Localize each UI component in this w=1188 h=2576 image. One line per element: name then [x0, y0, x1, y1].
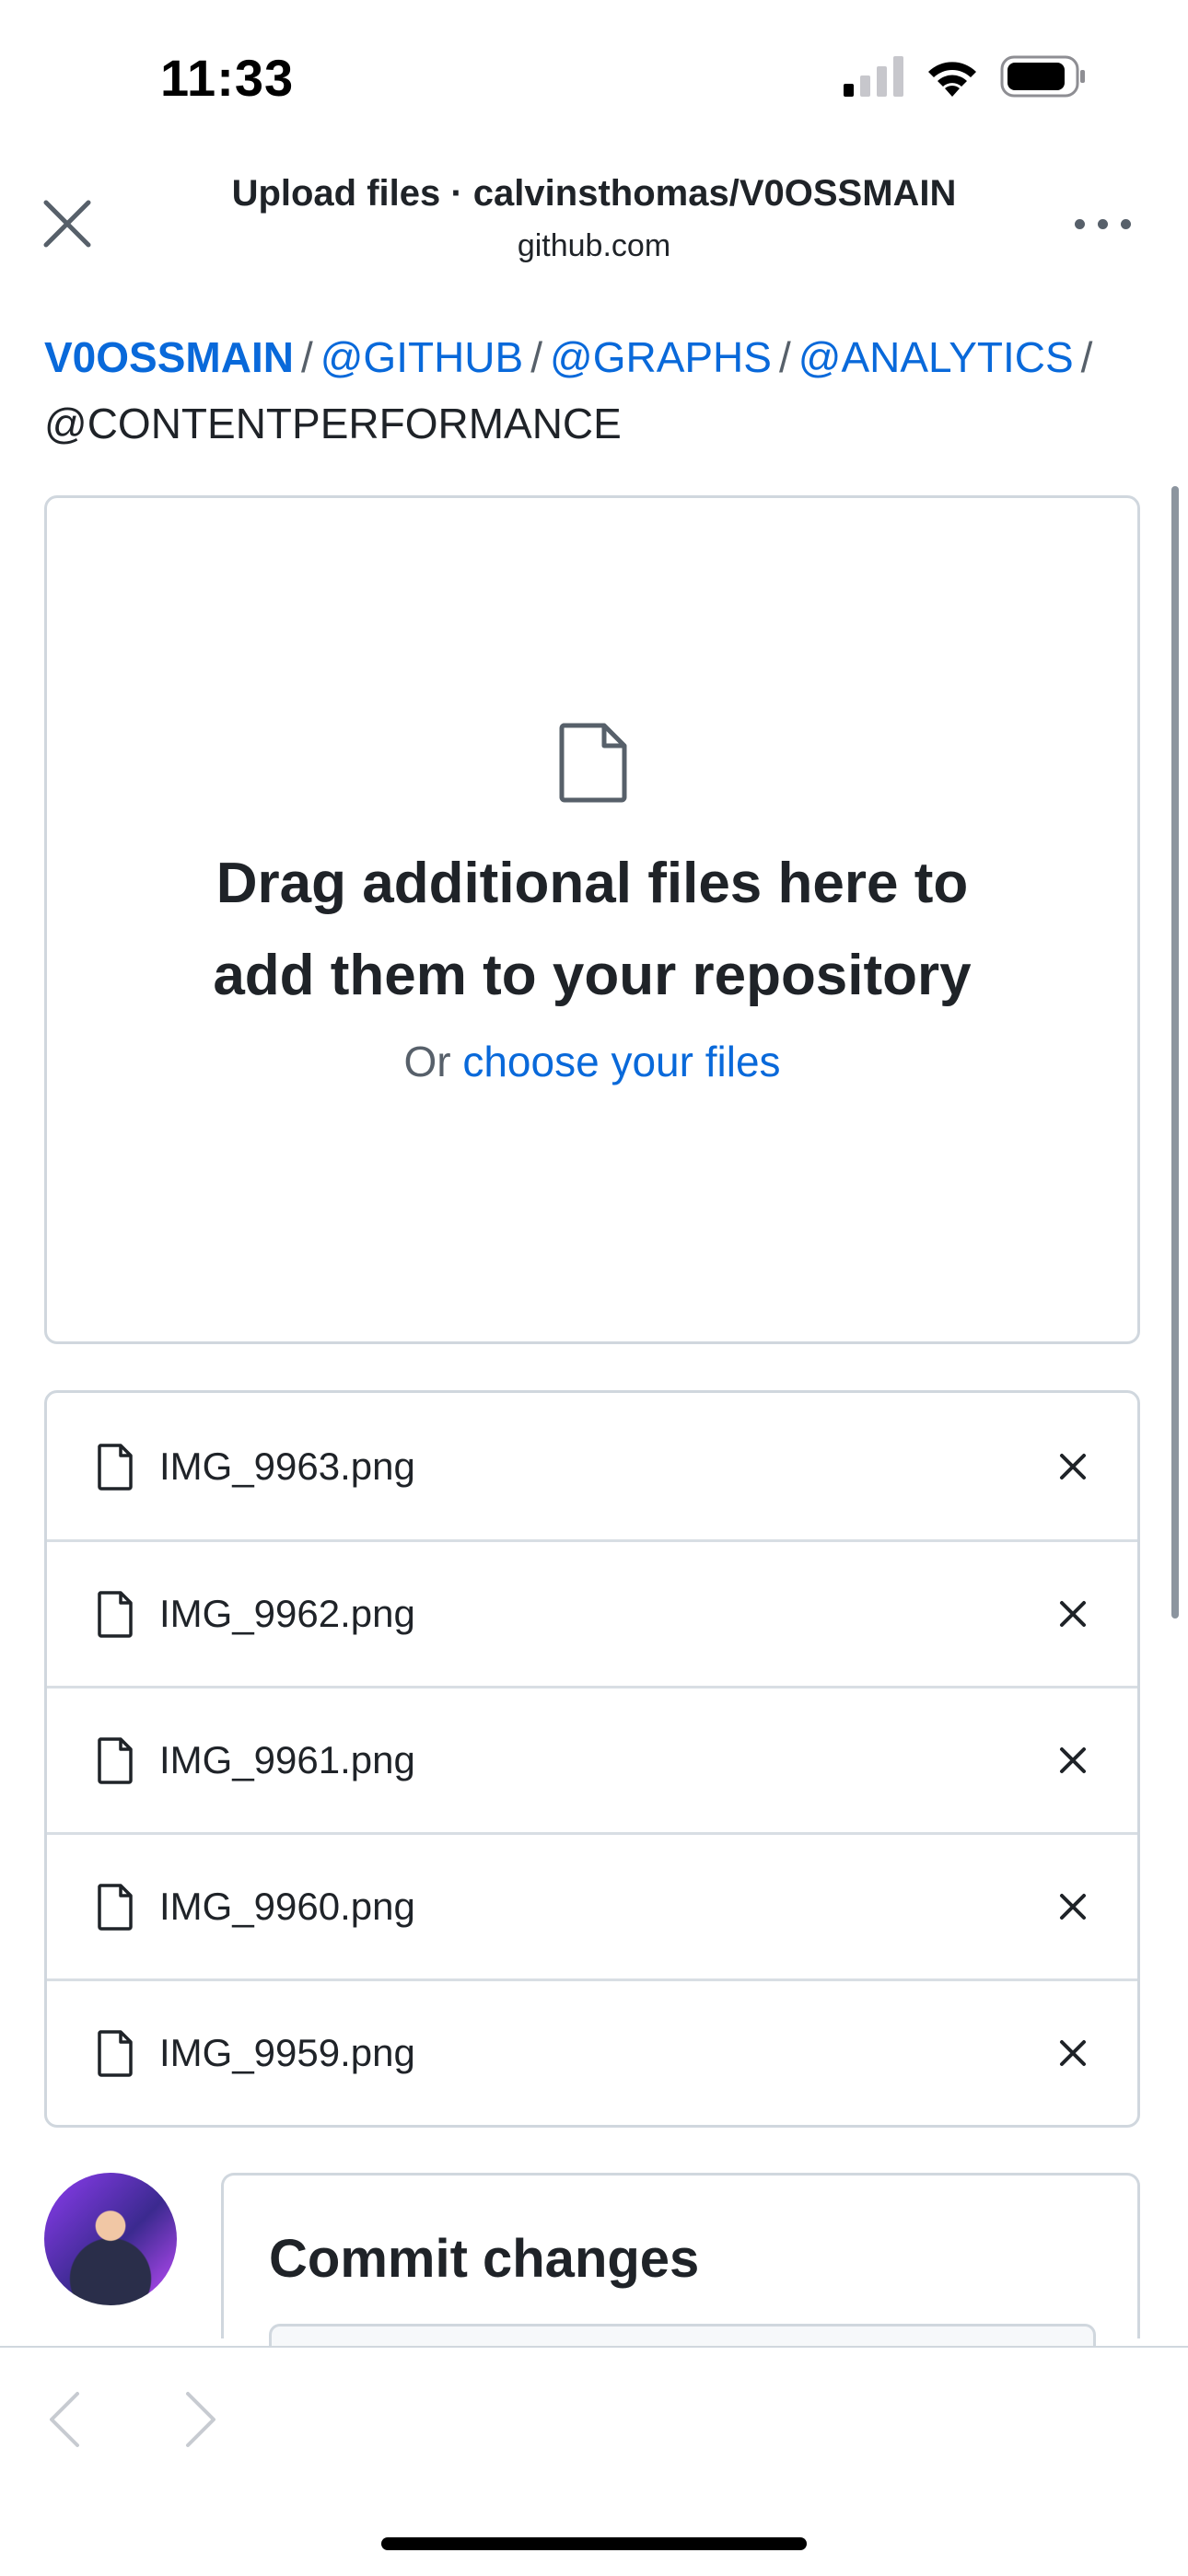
breadcrumb-current: @CONTENTPERFORMANCE	[44, 400, 622, 447]
file-row: IMG_9961.png	[47, 1686, 1137, 1832]
file-list: IMG_9963.png IMG_9962.png IMG_9961.png I…	[44, 1390, 1140, 2128]
file-icon	[98, 1591, 133, 1638]
page-domain: github.com	[517, 228, 671, 263]
dropzone-or-text: Or	[403, 1038, 451, 1085]
file-row: IMG_9962.png	[47, 1539, 1137, 1686]
file-name: IMG_9959.png	[159, 2031, 415, 2074]
breadcrumb-separator: /	[778, 333, 791, 381]
dropzone-heading-line2: add them to your repository	[213, 944, 972, 1007]
file-icon	[98, 1884, 133, 1931]
file-icon	[98, 1443, 133, 1491]
cellular-signal-icon	[844, 56, 903, 97]
commit-title: Commit changes	[269, 2229, 700, 2289]
breadcrumb-root-link[interactable]: V0OSSMAIN	[44, 333, 294, 381]
file-icon	[559, 723, 627, 803]
file-name: IMG_9962.png	[159, 1592, 415, 1635]
breadcrumb-link-analytics[interactable]: @ANALYTICS	[798, 333, 1074, 381]
chevron-right-icon[interactable]	[184, 2390, 217, 2449]
breadcrumb: V0OSSMAIN / @GITHUB / @GRAPHS / @ANALYTICS / @CO…	[44, 324, 1149, 457]
breadcrumb-link-github[interactable]: @GITHUB	[320, 333, 523, 381]
breadcrumb-separator: /	[530, 333, 542, 381]
chevron-left-icon[interactable]	[48, 2390, 81, 2449]
file-row: IMG_9960.png	[47, 1832, 1137, 1978]
file-row: IMG_9963.png	[47, 1393, 1137, 1539]
remove-file-icon[interactable]	[1058, 1452, 1088, 1481]
remove-file-icon[interactable]	[1058, 2038, 1088, 2068]
remove-file-icon[interactable]	[1058, 1599, 1088, 1629]
wifi-icon	[928, 62, 976, 97]
file-name: IMG_9963.png	[159, 1444, 415, 1488]
avatar	[44, 2173, 177, 2305]
page-title: Upload files · calvinsthomas/V0OSSMAIN	[231, 173, 957, 214]
file-row: IMG_9959.png	[47, 1978, 1137, 2125]
remove-file-icon[interactable]	[1058, 1746, 1088, 1775]
file-icon	[98, 2030, 133, 2077]
dropzone-heading-line1: Drag additional files here to	[215, 852, 969, 915]
status-time: 11:33	[160, 49, 295, 107]
more-options-icon[interactable]	[1075, 219, 1131, 229]
dropzone-heading: Drag additional files here to add them t…	[44, 838, 1140, 1022]
file-icon	[98, 1737, 133, 1784]
breadcrumb-separator: /	[1080, 333, 1093, 381]
page-scrollbar[interactable]	[1171, 486, 1179, 1619]
file-name: IMG_9961.png	[159, 1738, 415, 1781]
remove-file-icon[interactable]	[1058, 1892, 1088, 1921]
file-name: IMG_9960.png	[159, 1885, 415, 1928]
dropzone-choose-line: Or choose your files	[44, 1037, 1140, 1086]
status-icons	[844, 55, 1087, 98]
home-indicator[interactable]	[381, 2537, 807, 2550]
choose-files-link[interactable]: choose your files	[462, 1038, 780, 1085]
breadcrumb-separator: /	[300, 333, 313, 381]
breadcrumb-link-graphs[interactable]: @GRAPHS	[550, 333, 772, 381]
battery-icon	[1000, 55, 1085, 98]
